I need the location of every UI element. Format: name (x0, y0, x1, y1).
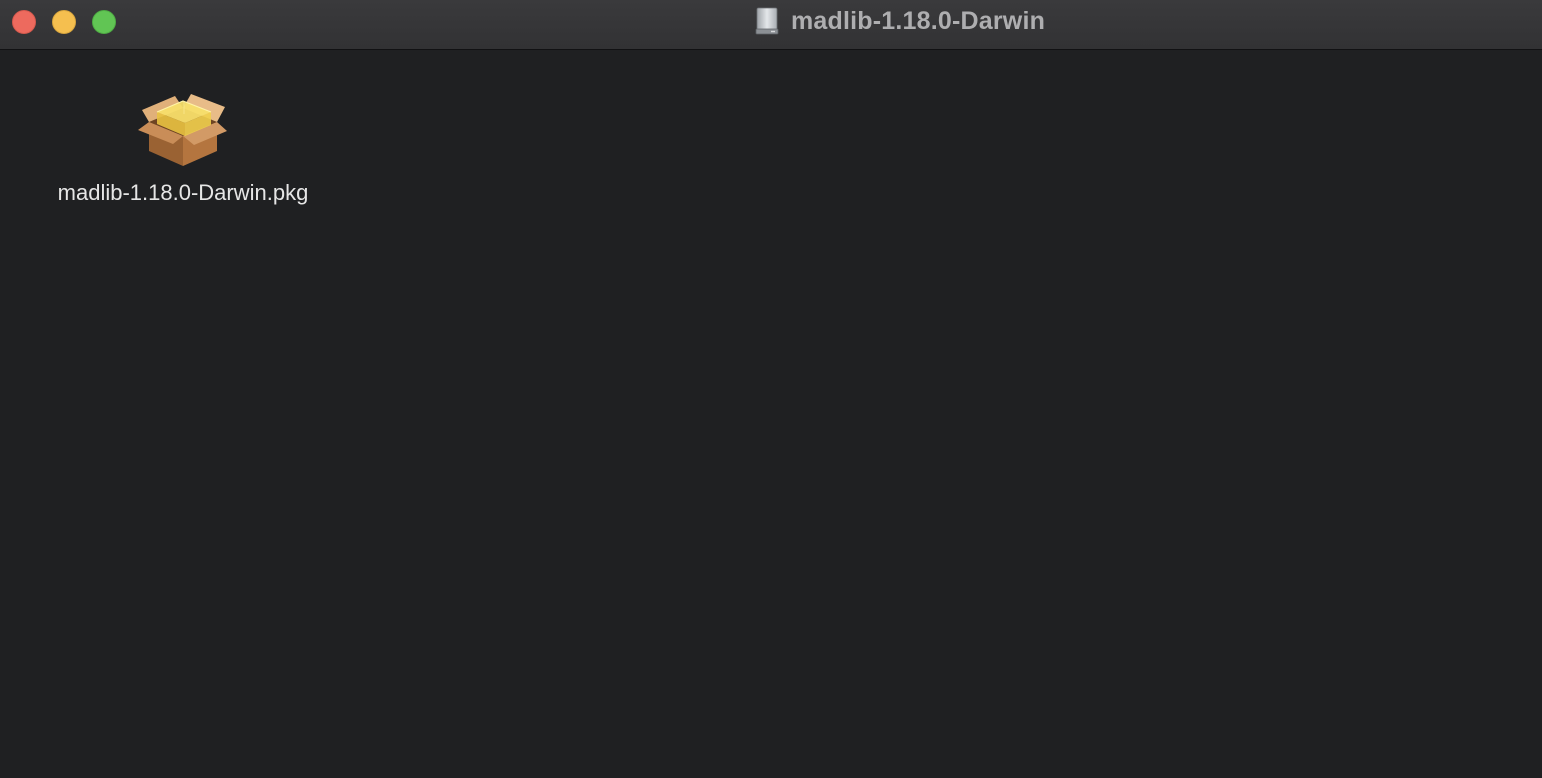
package-icon[interactable] (133, 78, 233, 170)
title-bar[interactable]: madlib-1.18.0-Darwin (0, 0, 1542, 50)
file-item-pkg[interactable]: madlib-1.18.0-Darwin.pkg (30, 78, 336, 218)
window-title: madlib-1.18.0-Darwin (753, 0, 1045, 42)
close-button[interactable] (12, 10, 36, 34)
minimize-button[interactable] (52, 10, 76, 34)
disk-image-icon (755, 7, 779, 35)
zoom-button[interactable] (92, 10, 116, 34)
finder-content-area[interactable]: madlib-1.18.0-Darwin.pkg (0, 50, 1542, 778)
window-title-text: madlib-1.18.0-Darwin (791, 6, 1046, 35)
finder-window: madlib-1.18.0-Darwin madlib-1.18.0-Darwi… (0, 0, 1542, 778)
file-name-label[interactable]: madlib-1.18.0-Darwin.pkg (30, 180, 336, 206)
